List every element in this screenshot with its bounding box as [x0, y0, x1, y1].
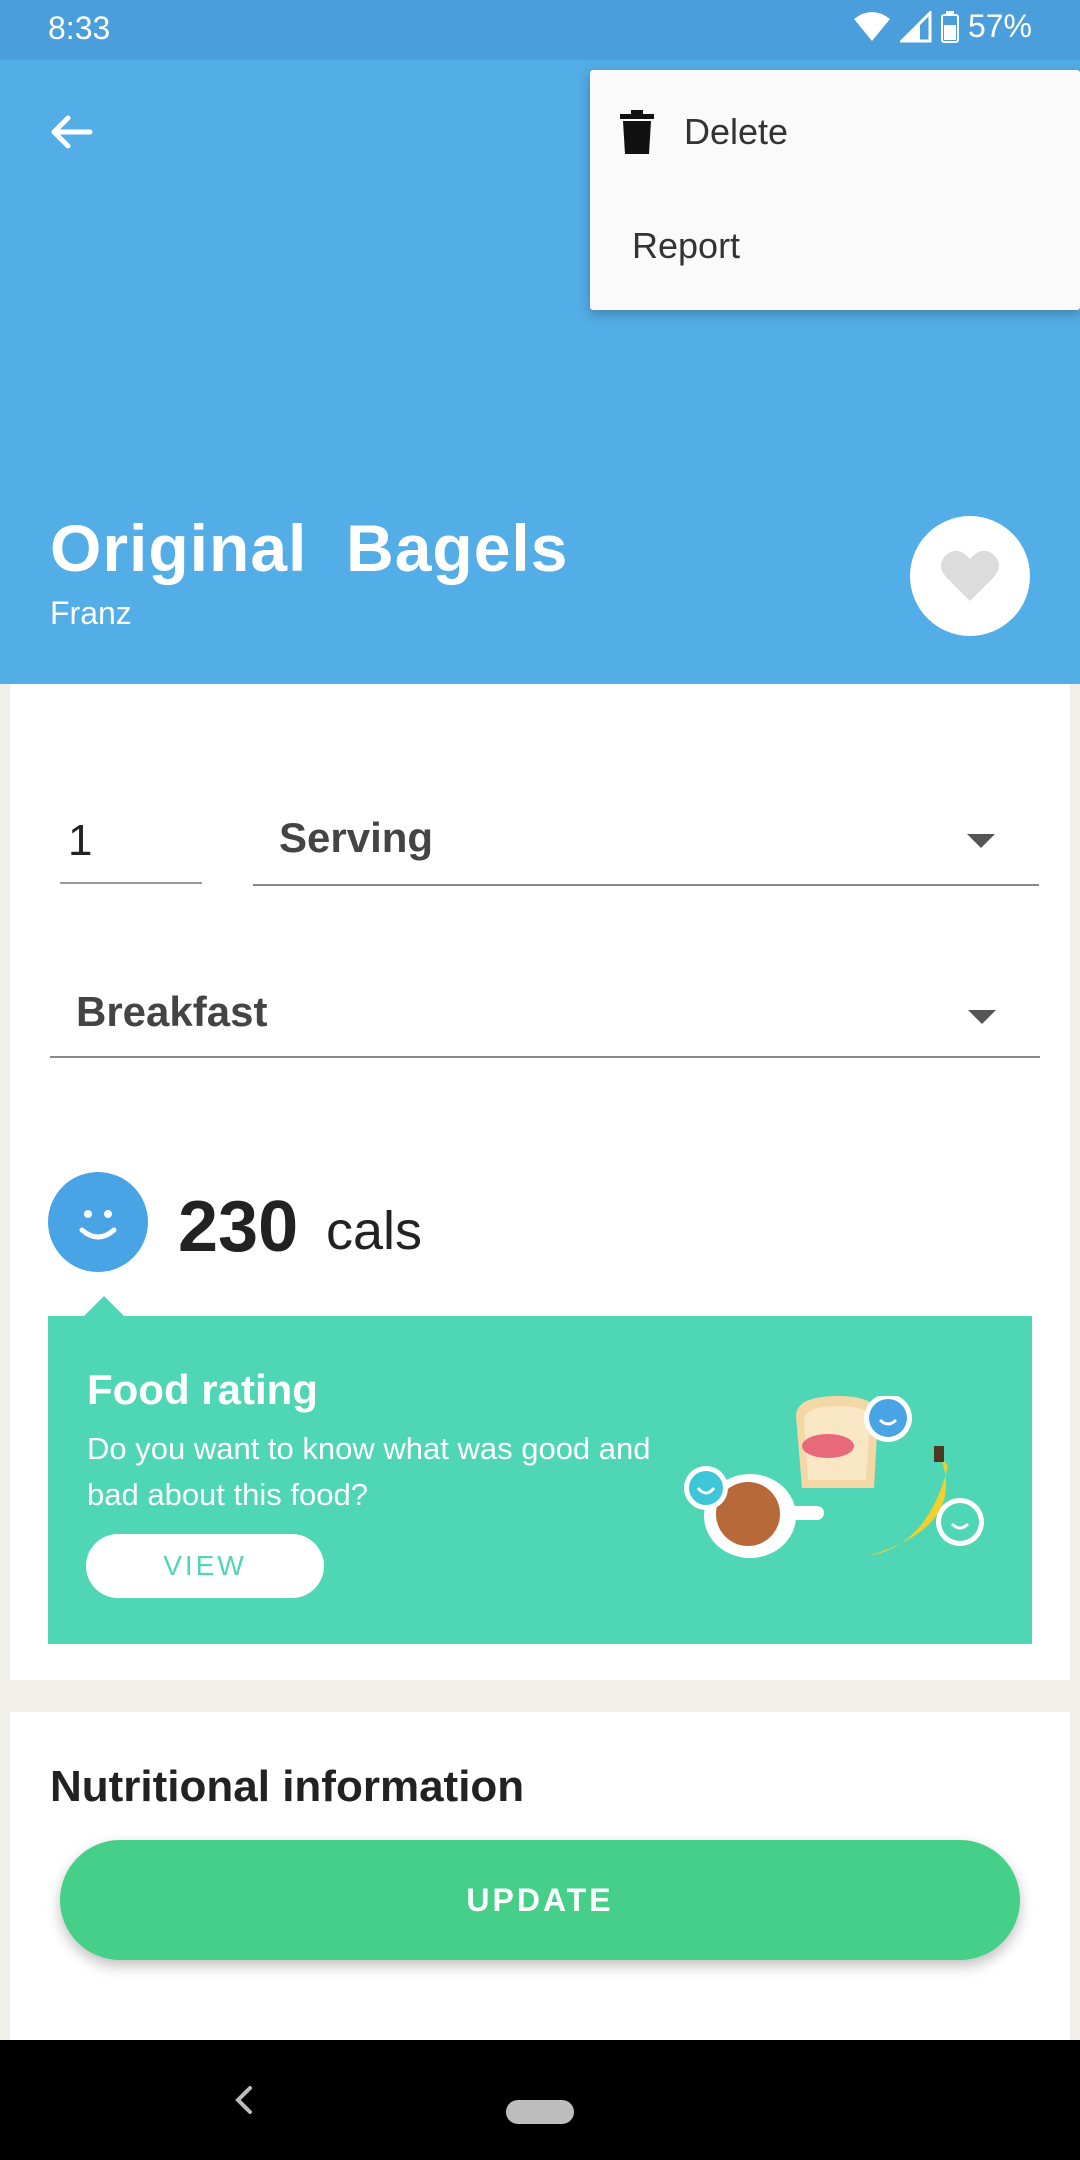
- food-title: Original Bagels: [50, 511, 569, 585]
- favorite-button[interactable]: [910, 516, 1030, 636]
- system-nav-bar: [0, 2040, 1080, 2160]
- status-icons: 57%: [852, 8, 1032, 45]
- food-rating-banner: Food rating Do you want to know what was…: [48, 1316, 1032, 1644]
- food-entry-card: 1 Serving Breakfast 230 cals Food rating…: [10, 684, 1070, 1680]
- unit-value: Serving: [279, 814, 434, 861]
- menu-item-report[interactable]: Report: [590, 190, 1080, 302]
- signal-icon: [899, 10, 932, 42]
- food-brand: Franz: [50, 595, 132, 631]
- nav-back-button[interactable]: [222, 2078, 266, 2122]
- status-bar: 8:33 57%: [0, 0, 1080, 60]
- calorie-value: 230: [178, 1187, 299, 1267]
- battery-percent: 57%: [967, 8, 1032, 44]
- menu-item-report-label: Report: [632, 225, 741, 266]
- update-button[interactable]: UPDATE: [60, 1840, 1020, 1960]
- overflow-menu: Delete Report: [590, 70, 1080, 310]
- nutrition-title: Nutritional information: [50, 1762, 525, 1811]
- food-rating-title: Food rating: [87, 1366, 318, 1413]
- chevron-down-icon: [968, 1010, 996, 1024]
- meal-select[interactable]: Breakfast: [50, 954, 1040, 1058]
- calorie-unit: cals: [326, 1201, 423, 1261]
- food-rating-text: Do you want to know what was good and ba…: [87, 1431, 651, 1512]
- quantity-value: 1: [68, 816, 93, 865]
- quantity-input[interactable]: 1: [60, 794, 202, 884]
- unit-select[interactable]: Serving: [253, 794, 1039, 886]
- wifi-icon: [853, 11, 890, 41]
- nav-home-button[interactable]: [506, 2100, 574, 2124]
- chevron-down-icon: [967, 834, 995, 848]
- arrow-left-icon: [51, 115, 93, 149]
- battery-icon: [940, 10, 959, 43]
- status-time: 8:33: [48, 10, 111, 46]
- menu-item-delete[interactable]: Delete: [590, 76, 1080, 188]
- menu-item-delete-label: Delete: [684, 111, 789, 152]
- meal-value: Breakfast: [76, 988, 268, 1035]
- chevron-left-icon: [235, 2086, 252, 2114]
- view-button[interactable]: VIEW: [86, 1534, 324, 1598]
- heart-icon: [941, 550, 999, 601]
- rating-pointer: [84, 1296, 124, 1316]
- back-button[interactable]: [40, 100, 104, 164]
- food-illustration-icon: [684, 1396, 984, 1558]
- smiley-icon: [48, 1172, 148, 1272]
- trash-icon: [620, 110, 654, 154]
